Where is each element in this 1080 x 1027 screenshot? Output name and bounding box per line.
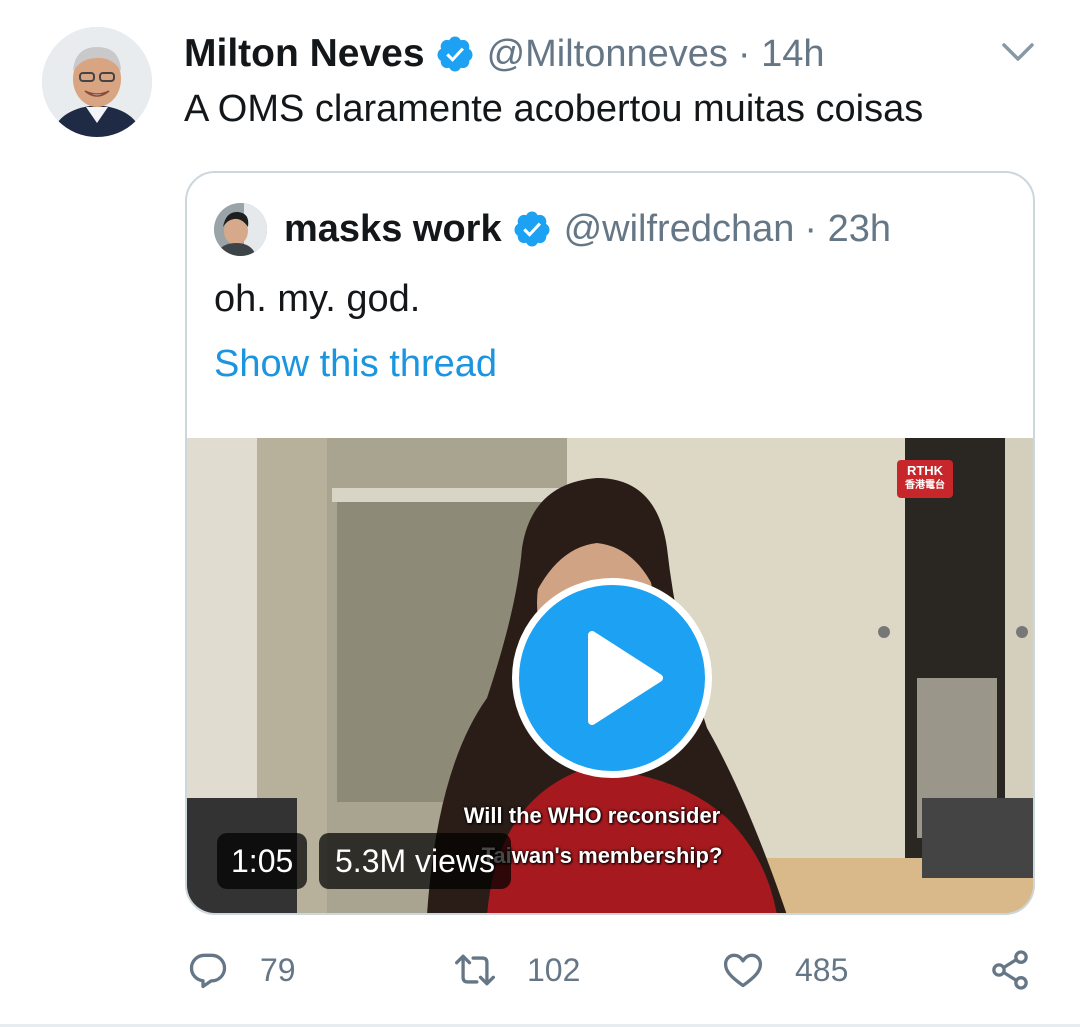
quoted-tweet-card[interactable]: masks work @wilfredchan · 23h oh. my. go… <box>185 171 1035 915</box>
author-handle[interactable]: @Miltonneves <box>487 33 728 76</box>
heart-icon <box>723 953 763 988</box>
show-thread-link[interactable]: Show this thread <box>214 343 497 386</box>
quoted-author-avatar[interactable] <box>214 203 267 256</box>
reply-icon <box>189 953 227 989</box>
retweet-icon <box>455 954 495 986</box>
like-count: 485 <box>795 951 849 988</box>
video-player[interactable]: RTHK 香港電台 Will the WHO reconsider Taiwan… <box>187 438 1033 913</box>
quoted-tweet-time[interactable]: · 23h <box>804 208 891 251</box>
tweet-action-bar: 79 102 485 <box>0 940 1080 1000</box>
share-button[interactable] <box>988 940 1032 1000</box>
play-button[interactable] <box>512 578 712 778</box>
author-avatar[interactable] <box>42 27 152 137</box>
rthk-logo: RTHK 香港電台 <box>897 460 953 498</box>
author-name[interactable]: Milton Neves <box>184 32 425 76</box>
share-icon <box>992 950 1028 990</box>
video-subtitle-line-1: Will the WHO reconsider <box>463 803 721 828</box>
retweet-count: 102 <box>527 951 581 988</box>
quoted-tweet-text: oh. my. god. <box>214 278 421 320</box>
tweet-text: A OMS claramente acobertou muitas coisas <box>184 88 924 130</box>
reply-count: 79 <box>260 951 296 988</box>
quoted-author-handle[interactable]: @wilfredchan <box>564 208 795 251</box>
tweet-header: Milton Neves @Miltonneves · 14h <box>184 26 825 82</box>
tweet-time[interactable]: · 14h <box>738 33 825 76</box>
like-button[interactable]: 485 <box>721 940 848 1000</box>
retweet-button[interactable]: 102 <box>453 940 580 1000</box>
avatar-photo <box>42 27 152 137</box>
quoted-author-name[interactable]: masks work <box>284 208 502 251</box>
quoted-avatar-photo <box>214 203 267 256</box>
play-icon <box>588 631 663 725</box>
video-duration-badge: 1:05 <box>217 833 308 889</box>
video-views-badge: 5.3M views <box>319 833 512 889</box>
verified-badge-icon <box>435 34 475 74</box>
quoted-tweet-header: masks work @wilfredchan · 23h <box>284 201 891 257</box>
reply-button[interactable]: 79 <box>186 940 296 1000</box>
verified-badge-icon <box>512 209 552 249</box>
chevron-down-icon[interactable] <box>998 32 1038 72</box>
